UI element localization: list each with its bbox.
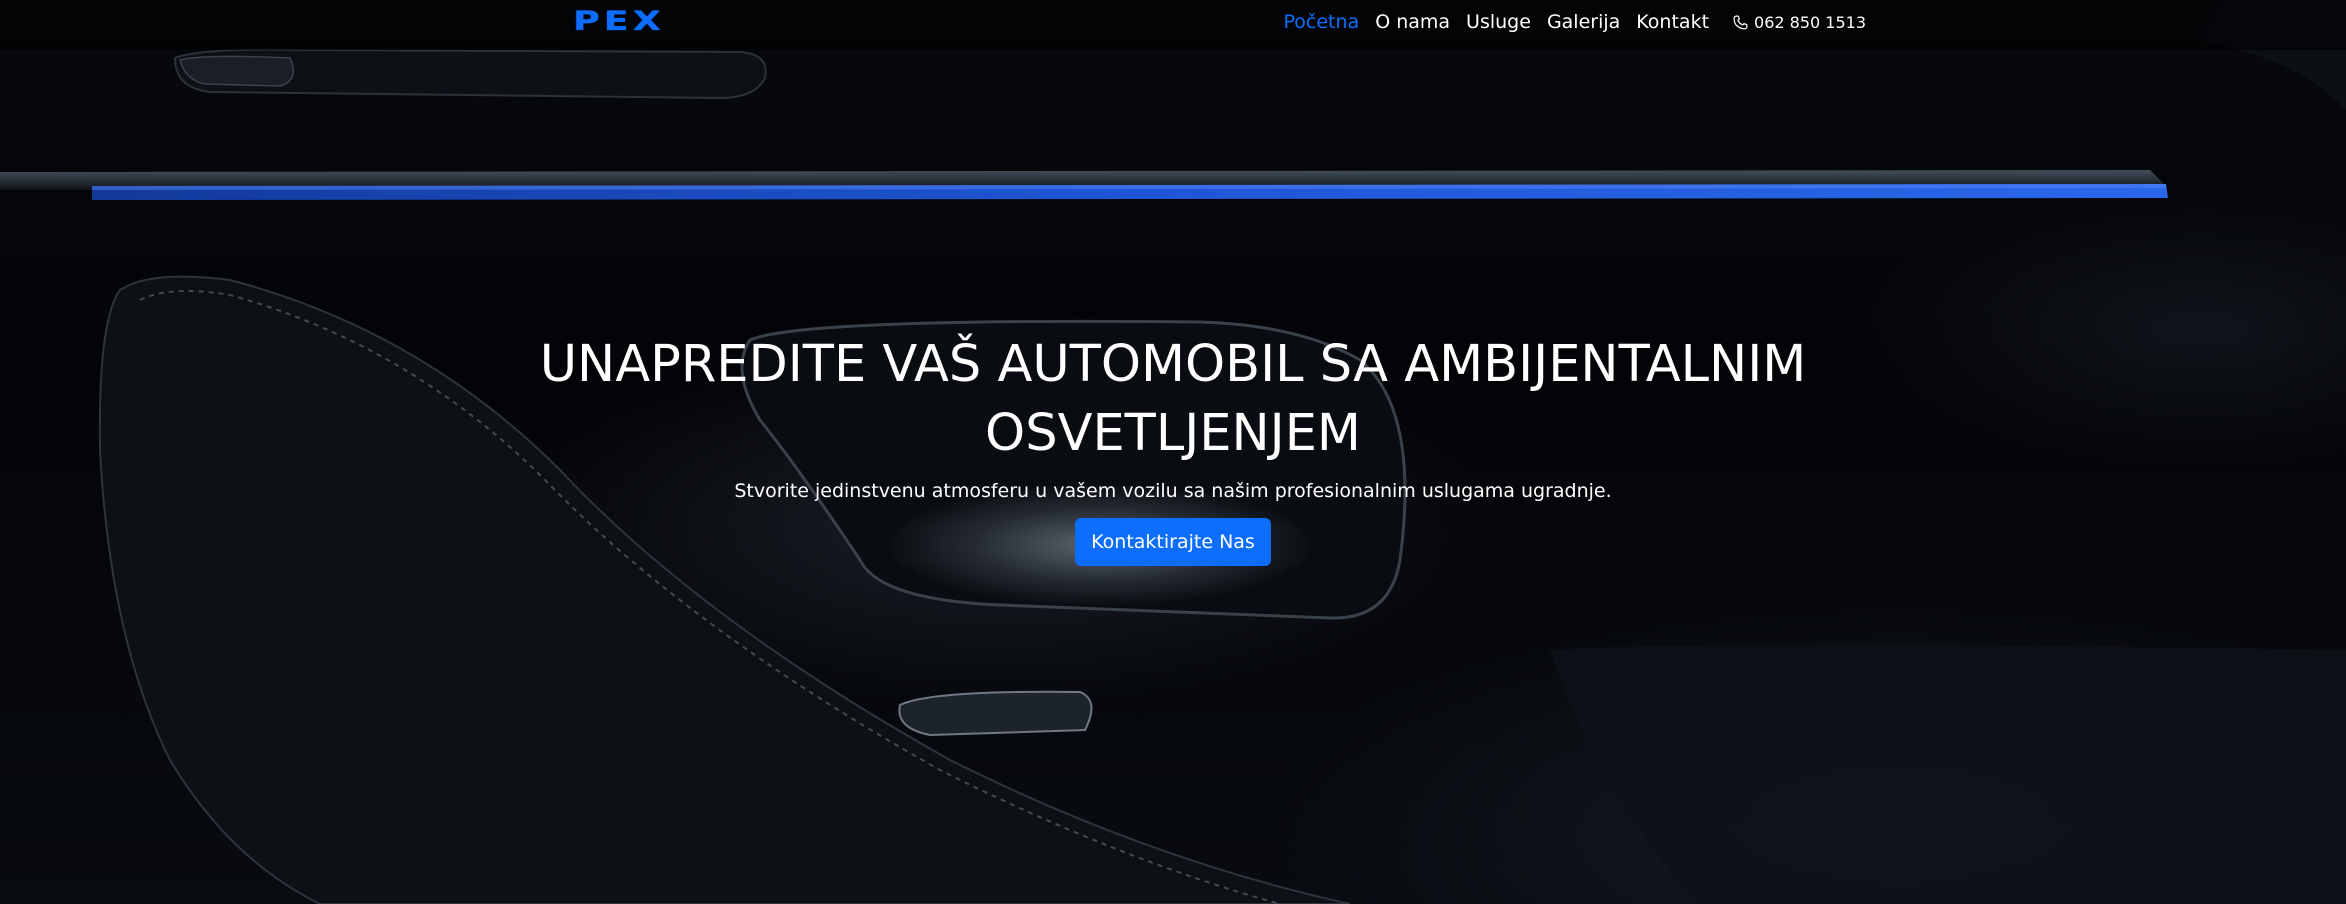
nav-phone[interactable]: 062 850 1513 [1733, 13, 1866, 32]
nav-link-o-nama[interactable]: O nama [1367, 11, 1458, 33]
hero-subtitle: Stvorite jedinstvenu atmosferu u vašem v… [734, 480, 1612, 502]
nav-link-galerija[interactable]: Galerija [1539, 11, 1628, 33]
nav-menu: Početna O nama Usluge Galerija Kontakt 0… [1276, 11, 1866, 33]
page: PEX Početna O nama Usluge Galerija Konta… [0, 0, 2346, 904]
brand-logo[interactable]: PEX [573, 6, 665, 37]
phone-number: 062 850 1513 [1754, 12, 1866, 32]
hero-section: UNAPREDITE VAŠ AUTOMOBIL SA AMBIJENTALNI… [0, 330, 2346, 566]
phone-icon [1733, 15, 1748, 29]
nav-link-pocetna[interactable]: Početna [1276, 11, 1368, 33]
hero-title: UNAPREDITE VAŠ AUTOMOBIL SA AMBIJENTALNI… [539, 335, 1807, 463]
contact-us-button[interactable]: Kontaktirajte Nas [1075, 518, 1271, 566]
navbar: PEX Početna O nama Usluge Galerija Konta… [0, 0, 2346, 50]
nav-link-usluge[interactable]: Usluge [1458, 11, 1539, 33]
nav-link-kontakt[interactable]: Kontakt [1628, 11, 1717, 33]
